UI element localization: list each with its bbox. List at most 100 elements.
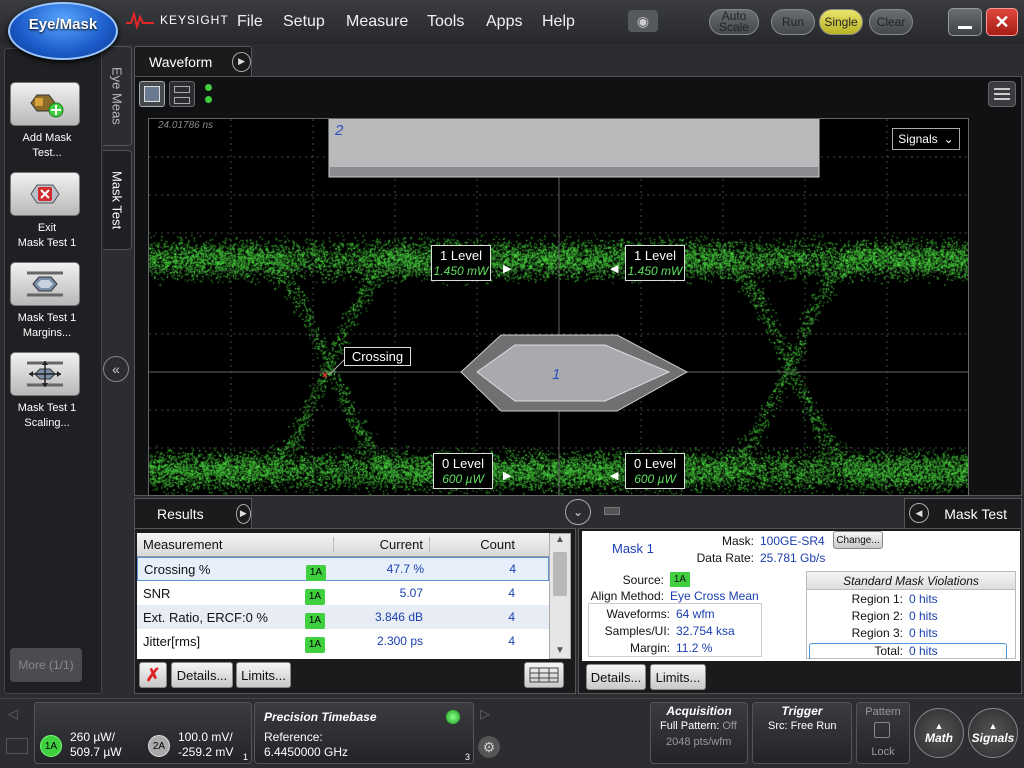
mask-details-button[interactable]: Details... xyxy=(586,664,646,690)
samples-value: 32.754 ksa xyxy=(676,624,735,638)
waveforms-label: Waveforms: xyxy=(606,607,670,621)
scrollbar-thumb[interactable] xyxy=(553,552,567,596)
single-button[interactable]: Single xyxy=(819,9,863,35)
col-measurement[interactable]: Measurement xyxy=(137,537,333,552)
eye-diagram-display[interactable]: 1 2 xyxy=(148,118,969,496)
measurement-name: Crossing % xyxy=(144,561,211,577)
menu-measure[interactable]: Measure xyxy=(346,13,408,31)
close-button[interactable]: ✕ xyxy=(986,8,1018,36)
brand-name: KEYSIGHT xyxy=(160,13,229,27)
table-grid-icon xyxy=(529,667,559,683)
lock-icon xyxy=(874,722,890,738)
collapse-sidebar-button[interactable]: « xyxy=(103,356,129,382)
channel-grid-icon[interactable] xyxy=(6,738,28,754)
total-value: 0 hits xyxy=(909,644,938,658)
more-button[interactable]: More (1/1) xyxy=(10,648,82,682)
stacked-grid-layout-icon[interactable] xyxy=(169,81,195,107)
results-scrollbar[interactable]: ▲ ▼ xyxy=(549,533,571,659)
channel-1a-badge[interactable]: 1A xyxy=(40,735,62,757)
minimize-button[interactable] xyxy=(948,8,982,36)
table-row[interactable]: SNR 1A 5.07 4 xyxy=(137,581,549,605)
tab-mask-test-results[interactable]: ◀ Mask Test xyxy=(904,498,1022,528)
tab-mask-test[interactable]: Mask Test xyxy=(103,150,132,250)
add-mask-icon xyxy=(30,94,64,118)
measurement-count: 4 xyxy=(509,562,516,576)
exit-mask-test-button[interactable] xyxy=(10,172,80,216)
crossing-pointer xyxy=(328,358,346,376)
results-limits-button[interactable]: Limits... xyxy=(236,662,291,688)
scroll-up-icon[interactable]: ▲ xyxy=(550,534,570,552)
tab-eye-meas[interactable]: Eye Meas xyxy=(103,46,132,146)
single-grid-layout-icon[interactable] xyxy=(139,81,165,107)
trigger-title: Trigger xyxy=(781,704,823,718)
camera-icon: ◉ xyxy=(636,12,650,29)
keysight-logo: KEYSIGHT xyxy=(126,11,229,29)
align-method-value: Eye Cross Mean xyxy=(670,589,759,603)
mask-margins-button[interactable] xyxy=(10,262,80,306)
tab-mask-test-results-label: Mask Test xyxy=(944,505,1007,522)
menu-tools[interactable]: Tools xyxy=(427,13,464,31)
channel-2a-badge[interactable]: 2A xyxy=(148,735,170,757)
splitter-handle-icon[interactable] xyxy=(604,507,620,515)
mask-test-back-icon[interactable]: ◀ xyxy=(909,503,929,523)
scroll-right-icon[interactable]: ▷ xyxy=(480,706,490,722)
double-chevron-down-icon[interactable]: ⌄ xyxy=(565,499,591,525)
total-label: Total: xyxy=(874,644,903,658)
exit-mask-test-label: Exit Mask Test 1 xyxy=(17,222,77,249)
mask-margins-icon xyxy=(27,271,63,297)
timebase-title: Precision Timebase xyxy=(264,710,377,724)
menu-setup[interactable]: Setup xyxy=(283,13,325,31)
mask-value: 100GE-SR4 xyxy=(760,534,825,548)
double-chevron-left-icon: « xyxy=(112,361,120,377)
scroll-down-icon[interactable]: ▼ xyxy=(550,645,570,656)
mask-limits-button[interactable]: Limits... xyxy=(650,664,706,690)
arrow-right-icon: ▶ xyxy=(503,470,512,482)
acquisition-title: Acquisition xyxy=(666,704,732,718)
menu-help[interactable]: Help xyxy=(542,13,575,31)
status-dot-icon xyxy=(205,84,212,91)
source-badge: 1A xyxy=(305,588,325,605)
settings-gear-icon[interactable]: ⚙ xyxy=(478,736,500,758)
mask-name: Mask 1 xyxy=(612,541,654,556)
measurement-name: SNR xyxy=(143,585,171,601)
margin-label: Margin: xyxy=(629,641,670,655)
change-mask-button[interactable]: Change... xyxy=(833,531,883,549)
exit-mask-icon xyxy=(30,184,60,204)
tab-waveform[interactable]: Waveform ▶ xyxy=(134,46,252,76)
table-row[interactable]: Ext. Ratio, ERCF:0 % 1A 3.846 dB 4 xyxy=(137,605,549,629)
math-button[interactable]: ▲ Math xyxy=(914,708,964,758)
table-row[interactable]: Jitter[rms] 1A 2.300 ps 4 xyxy=(137,629,549,653)
delete-measurements-button[interactable]: ✗ xyxy=(139,662,167,688)
waveform-menu-button[interactable] xyxy=(988,81,1016,107)
add-mask-test-label: Add Mask Test... xyxy=(22,132,72,159)
add-mask-test-button[interactable] xyxy=(10,82,80,126)
acquisition-points: 2048 pts/wfm xyxy=(666,736,732,748)
run-button[interactable]: Run xyxy=(771,9,815,35)
measurement-count: 4 xyxy=(508,610,515,624)
menu-apps[interactable]: Apps xyxy=(486,13,522,31)
screenshot-camera-button[interactable]: ◉ xyxy=(628,10,658,32)
table-view-button[interactable] xyxy=(524,662,564,688)
clear-button[interactable]: Clear xyxy=(869,9,913,35)
red-x-icon: ✗ xyxy=(145,664,161,685)
auto-scale-button[interactable]: Auto Scale xyxy=(709,9,759,35)
signals-dropdown[interactable]: Signals ⌄ xyxy=(892,128,960,150)
data-rate-value: 25.781 Gb/s xyxy=(760,551,826,565)
tab-results[interactable]: Results ▶ xyxy=(134,498,252,528)
results-play-icon[interactable]: ▶ xyxy=(235,503,251,524)
mask-scaling-button[interactable] xyxy=(10,352,80,396)
source-badge: 1A xyxy=(305,612,325,629)
results-details-button[interactable]: Details... xyxy=(171,662,233,688)
table-row[interactable]: Crossing % 1A 47.7 % 4 xyxy=(137,557,549,581)
col-count[interactable]: Count xyxy=(429,537,523,552)
menu-file[interactable]: File xyxy=(237,13,263,31)
mask-region-2-inner xyxy=(329,119,819,167)
col-current[interactable]: Current xyxy=(333,537,429,552)
eye-mask-mode-button[interactable]: Eye/Mask xyxy=(8,2,118,60)
signals-button[interactable]: ▲ Signals xyxy=(968,708,1018,758)
margin-value: 11.2 % xyxy=(676,641,713,655)
measurement-current: 5.07 xyxy=(399,586,423,600)
scroll-left-icon[interactable]: ◁ xyxy=(8,706,18,722)
waveform-play-icon[interactable]: ▶ xyxy=(232,51,251,72)
tab-waveform-label: Waveform xyxy=(149,53,213,70)
